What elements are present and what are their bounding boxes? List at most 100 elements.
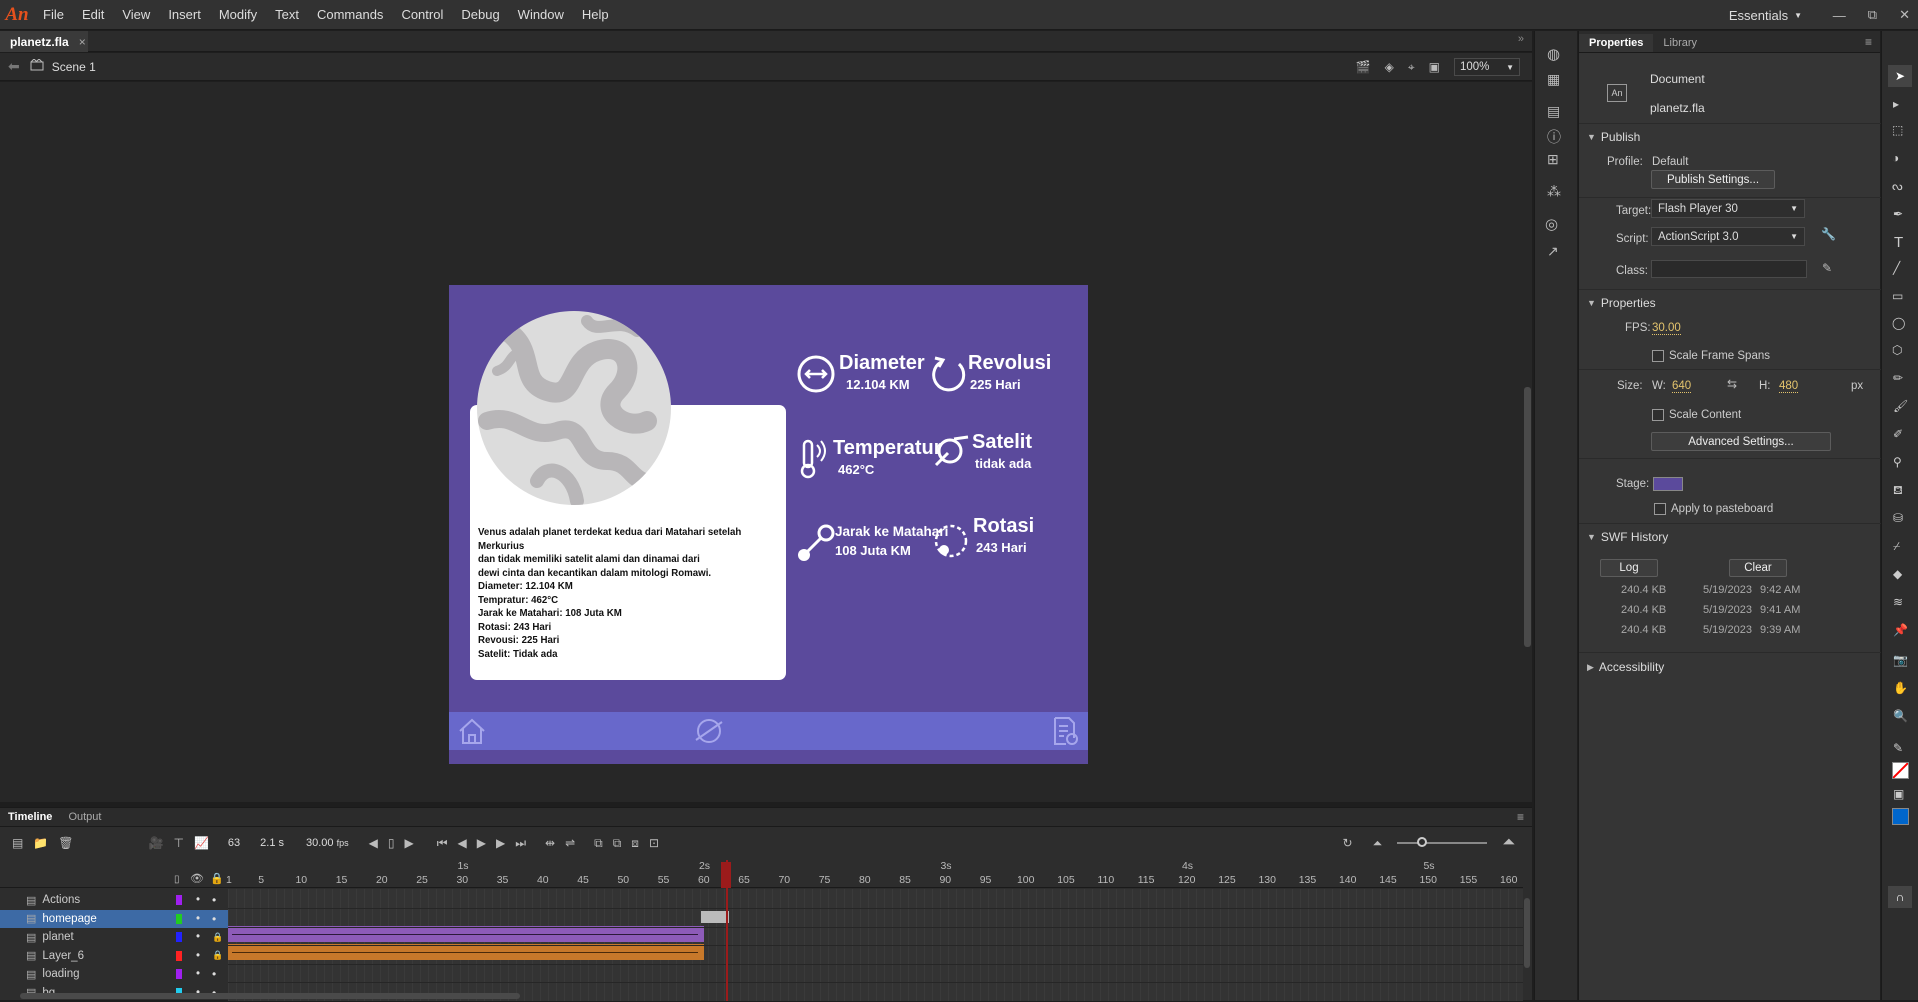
layer-row[interactable]: ▤ Layer_6 • 🔒	[0, 947, 228, 965]
pencil-icon[interactable]: ✎	[1822, 261, 1832, 275]
menu-edit[interactable]: Edit	[73, 0, 113, 30]
layer-color-swatch[interactable]	[176, 895, 182, 905]
eraser-tool-icon[interactable]: ◆	[1893, 567, 1902, 581]
layer-visibility-dot[interactable]: •	[196, 931, 200, 943]
polystar-tool-icon[interactable]: ⬡	[1892, 343, 1902, 357]
brush-tool-icon[interactable]: 🖌	[1893, 399, 1908, 413]
keyframe-marker[interactable]	[701, 911, 729, 923]
components-panel-icon[interactable]: ⁂	[1547, 183, 1561, 200]
panel-menu-icon[interactable]: ≡	[1857, 32, 1880, 52]
layer-visibility-dot[interactable]: •	[196, 968, 200, 980]
playhead[interactable]	[726, 860, 728, 1001]
document-nav-icon[interactable]	[1052, 716, 1080, 746]
fill-color-swatch[interactable]	[1892, 808, 1909, 825]
scale-content-checkbox[interactable]	[1652, 409, 1664, 421]
color-panel-icon[interactable]: ◍	[1547, 45, 1560, 63]
onion-outline-icon[interactable]: ⧉	[613, 836, 622, 851]
lock-icon[interactable]: 🔒	[210, 872, 224, 885]
camera-icon[interactable]: 🎥	[149, 836, 164, 850]
layer-visibility-dot[interactable]: •	[196, 913, 200, 925]
clear-button[interactable]: Clear	[1729, 559, 1787, 577]
stage-color-swatch[interactable]	[1653, 477, 1683, 491]
section-properties[interactable]: ▼ Properties	[1587, 296, 1656, 310]
panel-collapse-icon[interactable]: »	[1518, 33, 1524, 45]
snap-to-objects-icon[interactable]: ∩	[1888, 886, 1912, 908]
section-swf-history[interactable]: ▼ SWF History	[1587, 530, 1668, 544]
selection-tool-icon[interactable]: ➤	[1888, 65, 1912, 87]
layer-visibility-dot[interactable]: •	[196, 894, 200, 906]
menu-debug[interactable]: Debug	[452, 0, 508, 30]
3d-rotation-tool-icon[interactable]: ◑	[1892, 151, 1899, 165]
align-panel-icon[interactable]: ▤	[1547, 103, 1560, 120]
slider-handle[interactable]	[1417, 837, 1428, 847]
menu-text[interactable]: Text	[266, 0, 308, 30]
layer-name[interactable]: Layer_6	[42, 950, 84, 962]
layer-name[interactable]: loading	[42, 968, 79, 980]
transform-panel-icon[interactable]: ⊞	[1547, 151, 1559, 168]
info-panel-icon[interactable]: ⓘ	[1547, 127, 1561, 147]
line-tool-icon[interactable]: ╱	[1893, 261, 1900, 275]
class-input[interactable]	[1651, 260, 1807, 278]
play-backward-icon[interactable]: ◀	[369, 836, 378, 850]
layer-name[interactable]: homepage	[42, 913, 96, 925]
pin-tool-icon[interactable]: 📌	[1893, 623, 1908, 637]
fill-color-icon[interactable]: ▣	[1893, 787, 1904, 801]
new-folder-icon[interactable]: 📁	[33, 836, 48, 850]
stroke-color-icon[interactable]: ✎	[1893, 741, 1903, 755]
timeline-hscroll[interactable]	[20, 993, 520, 999]
layer-name[interactable]: planet	[42, 931, 73, 943]
tween-icon[interactable]: ⇌	[565, 836, 575, 850]
last-frame-icon[interactable]: ⏭	[515, 836, 526, 851]
tab-timeline[interactable]: Timeline	[0, 808, 60, 826]
text-tool-icon[interactable]: T	[1894, 234, 1903, 251]
ink-bottle-tool-icon[interactable]: ⛁	[1893, 511, 1903, 525]
large-mountain-icon[interactable]: ⏶	[1502, 834, 1515, 852]
layer-color-swatch[interactable]	[176, 950, 182, 961]
layer-lock-dot[interactable]: •	[212, 912, 216, 926]
free-transform-tool-icon[interactable]: ⬚	[1892, 123, 1903, 137]
eye-icon[interactable]: 👁	[190, 872, 204, 885]
height-value[interactable]: 480	[1779, 380, 1799, 393]
pencil-tool-icon[interactable]: ✏	[1893, 371, 1903, 385]
layer-color-swatch[interactable]	[176, 932, 182, 942]
link-dimensions-icon[interactable]: ⇆	[1727, 377, 1737, 391]
menu-help[interactable]: Help	[573, 0, 618, 30]
advanced-settings-button[interactable]: Advanced Settings...	[1651, 432, 1831, 451]
onion-skin-icon[interactable]: ⧉	[594, 836, 603, 851]
edit-symbol-icon[interactable]: ◈	[1385, 60, 1394, 74]
edit-scene-icon[interactable]: 🎬	[1356, 60, 1371, 74]
reset-icon[interactable]: ↻	[1343, 836, 1353, 850]
first-frame-icon[interactable]: ⏮	[437, 836, 448, 851]
target-dropdown[interactable]: Flash Player 30 ▼	[1651, 199, 1805, 218]
close-button[interactable]: ✕	[1899, 7, 1910, 23]
layer-color-swatch[interactable]	[176, 969, 182, 979]
lock-icon[interactable]: 🔒	[212, 950, 223, 961]
doc-tab-planetz[interactable]: planetz.fla ×	[0, 31, 88, 52]
layer-color-swatch[interactable]	[176, 913, 182, 924]
vertical-scrollbar[interactable]	[1524, 387, 1531, 647]
eyedropper-tool-icon[interactable]: ⌿	[1893, 539, 1900, 554]
play-forward-icon[interactable]: ▶	[404, 836, 413, 850]
publish-settings-button[interactable]: Publish Settings...	[1651, 170, 1775, 189]
scene-label[interactable]: Scene 1	[52, 60, 96, 74]
paint-bucket-tool-icon[interactable]: ⛾	[1893, 483, 1903, 499]
planet-nav-icon[interactable]	[694, 716, 724, 746]
layer-parenting-icon[interactable]: ⊤	[173, 836, 183, 850]
swatches-panel-icon[interactable]: ▦	[1547, 71, 1560, 88]
section-accessibility[interactable]: ▶ Accessibility	[1587, 660, 1664, 674]
wrench-icon[interactable]: 🔧	[1821, 227, 1836, 241]
center-stage-icon[interactable]: ⌖	[1408, 60, 1415, 75]
frame-grid[interactable]	[228, 889, 1523, 1001]
section-publish[interactable]: ▼ Publish	[1587, 130, 1640, 144]
menu-control[interactable]: Control	[392, 0, 452, 30]
insert-keyframe-icon[interactable]: ⇹	[545, 836, 555, 850]
motion-presets-icon[interactable]: ↗	[1547, 243, 1559, 260]
close-icon[interactable]: ×	[79, 35, 86, 49]
log-button[interactable]: Log	[1600, 559, 1658, 577]
timeline-ruler[interactable]: 1 5 10 15 20 25 30 35 40 45 50 55 60 65 70 75 80 85 90 95 10…	[226, 860, 1523, 888]
width-tool-icon[interactable]: ≋	[1893, 595, 1903, 609]
paint-brush-tool-icon[interactable]: ✐	[1893, 427, 1903, 441]
zoom-dropdown[interactable]: 100% ▼	[1454, 58, 1520, 76]
layer-lock-dot[interactable]: •	[212, 893, 216, 907]
layer-visibility-dot[interactable]: •	[196, 950, 200, 962]
